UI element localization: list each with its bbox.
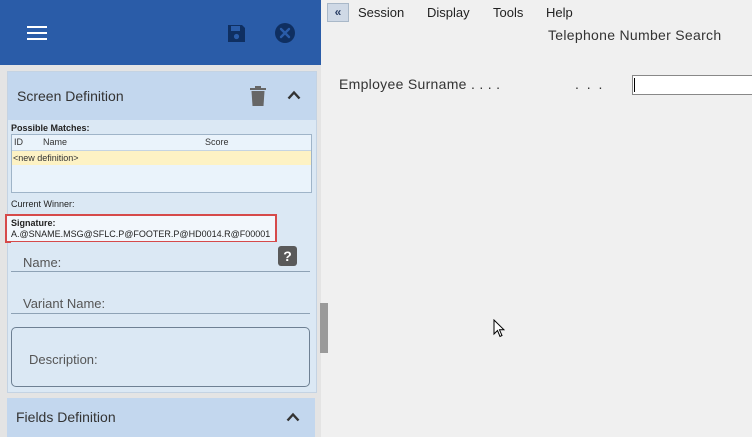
menu-session[interactable]: Session (358, 5, 404, 20)
name-placeholder: Name: (23, 255, 62, 270)
fields-definition-title: Fields Definition (16, 409, 116, 425)
screen-definition-title: Screen Definition (17, 88, 124, 104)
screen-title: Telephone Number Search (548, 27, 722, 43)
current-winner-label: Current Winner: (11, 199, 75, 209)
menu-help[interactable]: Help (546, 5, 573, 20)
menu-bar: « Session Display Tools Help (322, 0, 752, 24)
employee-surname-input[interactable] (632, 75, 752, 95)
menu-display[interactable]: Display (427, 5, 470, 20)
possible-matches-table[interactable]: ID Name Score <new definition> (11, 134, 312, 193)
table-header: ID Name Score (12, 135, 311, 151)
screen-definition-panel: Screen Definition Possible Matches: ID N… (5, 71, 317, 393)
chevron-up-icon[interactable] (286, 412, 300, 422)
chevron-up-icon[interactable] (287, 90, 301, 100)
employee-surname-dots: . . . (575, 76, 605, 92)
column-name: Name (43, 137, 68, 147)
description-field[interactable]: Description: (11, 327, 310, 387)
screen-definition-header[interactable]: Screen Definition (8, 72, 316, 120)
row-new-definition: <new definition> (13, 153, 79, 163)
name-field[interactable]: Name: (11, 242, 310, 272)
close-circle-icon[interactable] (274, 22, 296, 44)
left-sidebar: Screen Definition Possible Matches: ID N… (0, 0, 321, 437)
text-caret (634, 78, 635, 92)
column-score: Score (205, 137, 229, 147)
double-chevron-left-icon[interactable]: « (327, 3, 349, 22)
variant-name-field[interactable]: Variant Name: (11, 284, 310, 314)
fields-definition-header[interactable]: Fields Definition (7, 398, 315, 437)
signature-value: A.@SNAME.MSG@SFLC.P@FOOTER.P@HD0014.R@F0… (11, 229, 271, 239)
hamburger-icon[interactable] (27, 26, 47, 40)
table-row[interactable]: <new definition> (12, 151, 311, 165)
possible-matches-label: Possible Matches: (11, 123, 90, 133)
help-icon[interactable]: ? (278, 246, 297, 266)
signature-box: Signature: A.@SNAME.MSG@SFLC.P@FOOTER.P@… (5, 214, 277, 243)
variant-name-placeholder: Variant Name: (23, 296, 106, 311)
description-placeholder: Description: (29, 352, 98, 367)
employee-surname-label: Employee Surname . . . . (339, 76, 501, 92)
column-id: ID (14, 137, 23, 147)
menu-tools[interactable]: Tools (493, 5, 523, 20)
signature-label: Signature: (11, 218, 56, 228)
trash-icon[interactable] (249, 86, 267, 106)
sidebar-toolbar (0, 0, 321, 65)
save-icon[interactable] (226, 23, 247, 44)
splitter-handle[interactable] (320, 303, 328, 353)
mouse-pointer-icon (493, 319, 505, 338)
